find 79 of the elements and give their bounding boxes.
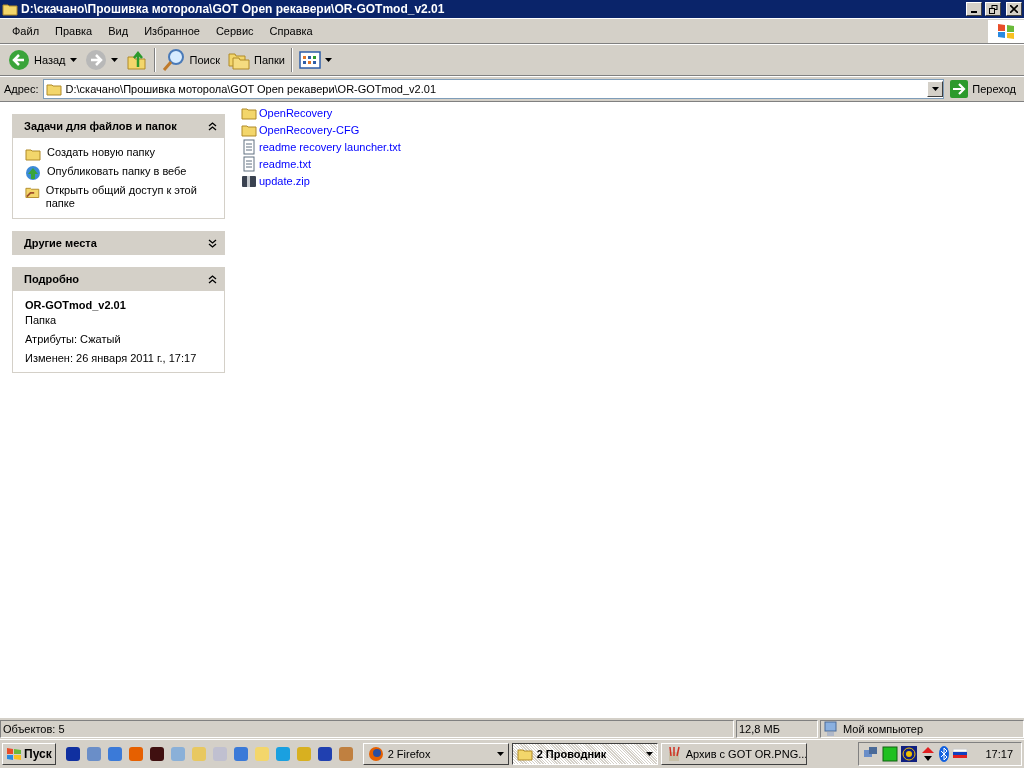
taskbar-button[interactable]: Архив с GOT OR.PNG... bbox=[660, 743, 807, 765]
up-down-arrow-icon bbox=[920, 746, 937, 762]
taskbar-button[interactable]: 2 Firefox bbox=[362, 743, 509, 765]
signal-icon bbox=[901, 746, 918, 762]
archive-file-icon bbox=[241, 173, 257, 189]
firefox-icon bbox=[367, 746, 384, 762]
item-type: Папка bbox=[25, 314, 58, 326]
views-icon bbox=[298, 51, 321, 69]
text-file-icon bbox=[241, 139, 257, 155]
caret-icon bbox=[496, 752, 504, 756]
panel-header[interactable]: Другие места bbox=[12, 231, 225, 255]
start-button[interactable]: Пуск bbox=[2, 743, 56, 765]
collapse-chevron-icon[interactable] bbox=[208, 274, 217, 284]
menu-item[interactable]: Вид bbox=[100, 25, 137, 37]
folders-button[interactable]: Папки bbox=[224, 47, 289, 73]
task-link[interactable]: Опубликовать папку в вебе bbox=[25, 165, 214, 181]
folder-up-icon bbox=[125, 49, 148, 71]
task-link[interactable]: Создать новую папку bbox=[25, 146, 214, 162]
caret-icon bbox=[110, 58, 118, 62]
close-button[interactable] bbox=[1006, 2, 1022, 16]
menu-item[interactable]: Правка bbox=[47, 25, 101, 37]
dropdown-button[interactable] bbox=[927, 81, 944, 97]
search-button[interactable]: Поиск bbox=[157, 47, 224, 73]
detail-line: Изменен: 26 января 2011 г., 17:17 bbox=[25, 352, 198, 364]
expand-chevron-icon[interactable] bbox=[208, 238, 217, 248]
go-button[interactable]: Переход bbox=[948, 78, 1022, 100]
file-item[interactable]: update.zip bbox=[241, 173, 401, 189]
bluetooth-icon bbox=[939, 746, 950, 762]
file-item[interactable]: OpenRecovery bbox=[241, 105, 401, 121]
menu-item[interactable]: Справка bbox=[261, 25, 321, 37]
go-arrow-icon bbox=[950, 80, 969, 98]
address-field[interactable]: D:\скачано\Прошивка моторола\GOT Open рекавери\OR-GOTmod_v2.01 bbox=[42, 79, 945, 99]
collapse-chevron-icon[interactable] bbox=[208, 121, 217, 131]
item-name: OR-GOTmod_v2.01 bbox=[25, 299, 127, 311]
search-icon bbox=[161, 48, 186, 72]
panel-title: Задачи для файлов и папок bbox=[24, 120, 177, 132]
window-title: D:\скачано\Прошивка моторола\GOT Open рекавери\OR-GOTmod_v2.01 bbox=[21, 2, 446, 16]
quick-launch-icon[interactable] bbox=[316, 746, 333, 762]
caret-icon bbox=[69, 58, 77, 62]
status-size: 12,8 МБ bbox=[736, 720, 818, 738]
panel-header[interactable]: Подробно bbox=[12, 267, 225, 291]
restore-button[interactable] bbox=[985, 2, 1001, 16]
status-count: Объектов: 5 bbox=[0, 720, 734, 738]
menu-item[interactable]: Файл bbox=[4, 25, 48, 37]
folder-icon bbox=[45, 81, 62, 97]
computer-icon bbox=[823, 721, 839, 737]
windows-logo-icon bbox=[6, 746, 22, 762]
folder-icon bbox=[241, 105, 257, 121]
status-square-icon bbox=[882, 746, 899, 762]
restore-icon bbox=[988, 4, 998, 14]
address-value: D:\скачано\Прошивка моторола\GOT Open рекавери\OR-GOTmod_v2.01 bbox=[65, 83, 437, 95]
task-link[interactable]: Открыть общий доступ к этой папке bbox=[25, 184, 214, 210]
file-item[interactable]: readme.txt bbox=[241, 156, 401, 172]
minimize-button[interactable] bbox=[966, 2, 982, 16]
folder-icon bbox=[241, 122, 257, 138]
folder-icon bbox=[516, 746, 533, 762]
caret-icon bbox=[324, 58, 332, 62]
panel-title: Другие места bbox=[24, 237, 97, 249]
globe-upload-icon bbox=[25, 165, 41, 181]
menu-item[interactable]: Избранное bbox=[136, 25, 208, 37]
quick-launch-icon[interactable] bbox=[64, 746, 81, 762]
file-item[interactable]: OpenRecovery-CFG bbox=[241, 122, 401, 138]
taskbar-button[interactable]: 2 Проводник bbox=[511, 743, 658, 765]
menu-item[interactable]: Сервис bbox=[207, 25, 262, 37]
text-file-icon bbox=[241, 156, 257, 172]
status-zone: Мой компьютер bbox=[820, 720, 1024, 738]
panel-header[interactable]: Задачи для файлов и папок bbox=[12, 114, 225, 138]
new-folder-icon bbox=[25, 146, 41, 162]
detail-line: Атрибуты: Сжатый bbox=[25, 333, 122, 345]
folder-icon bbox=[2, 1, 18, 17]
file-item[interactable]: readme recovery launcher.txt bbox=[241, 139, 401, 155]
caret-icon bbox=[645, 752, 653, 756]
caret-icon bbox=[931, 87, 939, 91]
back-button[interactable]: Назад bbox=[4, 47, 81, 73]
clock: 17:17 bbox=[985, 748, 1013, 760]
close-icon bbox=[1010, 5, 1018, 13]
address-label: Адрес: bbox=[4, 83, 39, 95]
quick-launch-icon[interactable] bbox=[148, 746, 165, 762]
panel-title: Подробно bbox=[24, 273, 80, 285]
